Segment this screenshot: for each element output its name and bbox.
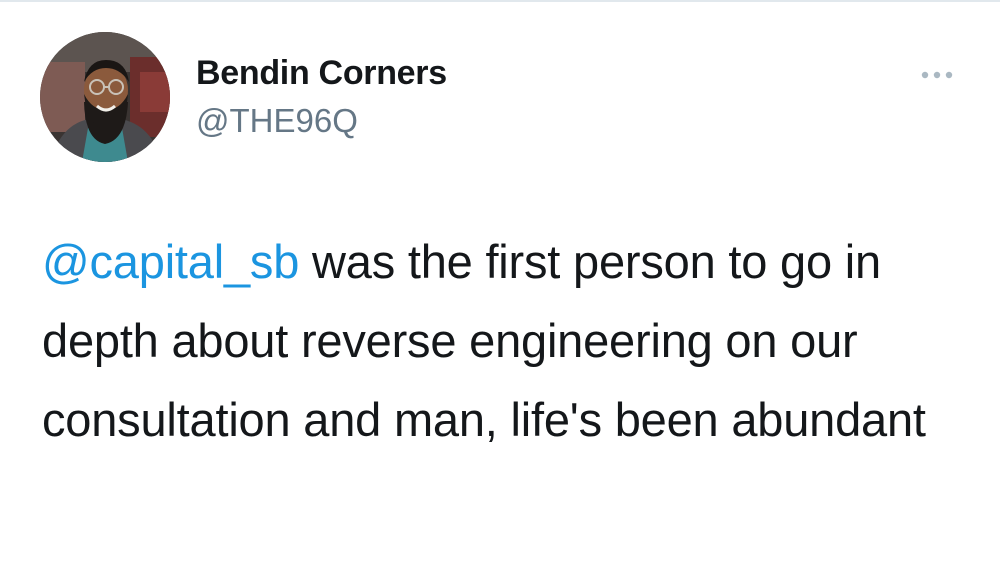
more-options-icon — [921, 71, 953, 79]
author-display-name[interactable]: Bendin Corners — [196, 54, 447, 93]
mention-link[interactable]: @capital_sb — [42, 235, 299, 288]
user-avatar-icon — [40, 32, 170, 162]
author-avatar[interactable] — [40, 32, 170, 162]
tweet-text: @capital_sb was the first person to go i… — [42, 222, 972, 459]
more-options-button[interactable] — [912, 60, 962, 90]
top-divider — [0, 0, 1000, 2]
author-handle[interactable]: @THE96Q — [196, 102, 358, 140]
